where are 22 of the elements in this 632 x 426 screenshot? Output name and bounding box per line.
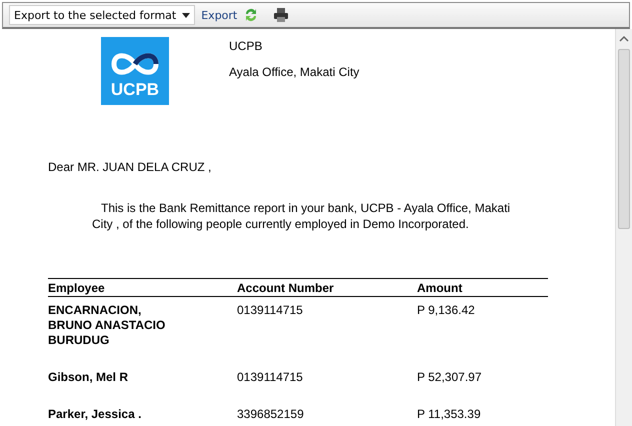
format-select[interactable]: Export to the selected format (9, 5, 196, 25)
employee-name: ENCARNACION, BRUNO ANASTACIO BURUDUG (48, 303, 166, 348)
print-icon[interactable] (273, 7, 290, 23)
column-header: Amount (417, 278, 548, 296)
column-header: Employee (48, 278, 237, 296)
account-number: 0139114715 (237, 370, 303, 384)
caret-icon (182, 12, 190, 18)
salutation: Dear MR. JUAN DELA CRUZ , (48, 160, 212, 174)
amount: P 52,307.97 (417, 370, 482, 384)
account-number: 0139114715 (237, 303, 303, 317)
intro-paragraph: This is the Bank Remittance report in your bank, UCPB - Ayala Office, Makati City , of the following people currently employed in Demo Incorporated. (92, 200, 512, 232)
account-number: 3396852159 (237, 407, 304, 421)
bank-logo: UCPB (101, 37, 169, 105)
amount: P 9,136.42 (417, 303, 475, 317)
scrollbar[interactable] (615, 29, 632, 426)
export-link[interactable]: Export (201, 8, 238, 22)
amount: P 11,353.39 (417, 407, 481, 421)
branch-name: Ayala Office, Makati City (229, 65, 360, 79)
employee-name: Gibson, Mel R (48, 370, 130, 385)
bank-name: UCPB (229, 39, 264, 53)
employee-name: Parker, Jessica . (48, 407, 142, 422)
column-header: Account Number (237, 278, 417, 296)
